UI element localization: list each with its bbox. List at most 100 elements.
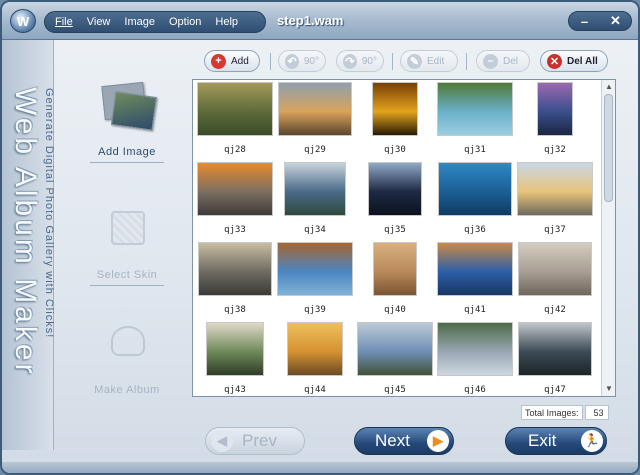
thumbnail-cell[interactable]: qj31 [435,80,515,158]
thumbnail-image [357,322,433,376]
thumbnail-label: qj28 [224,145,246,155]
document-title: step1.wam [277,13,344,28]
thumbnail-cell[interactable]: qj47 [515,320,595,396]
app-vertical-subtitle: Generate Digital Photo Gallery with Clic… [43,88,55,339]
total-images-value: 53 [584,405,609,420]
thumbnail-label: qj35 [384,225,406,235]
thumbnail-image [437,82,513,136]
thumbnail-cell[interactable]: qj42 [515,240,595,318]
thumbnail-cell[interactable]: qj38 [195,240,275,318]
rotate-right-button[interactable]: ↷ 90° [336,50,384,72]
title-bar: W File View Image Option Help step1.wam … [2,2,638,40]
delete-all-button[interactable]: ✕ Del All [540,50,608,72]
thumbnail-cell[interactable]: qj33 [195,160,275,238]
thumbnail-label: qj46 [464,385,486,395]
thumbnail-cell[interactable]: qj44 [275,320,355,396]
rotate-left-button[interactable]: ↶ 90° [278,50,326,72]
menu-image[interactable]: Image [124,16,155,28]
bottom-bar [2,462,638,473]
thumbnail-cell[interactable]: qj46 [435,320,515,396]
scroll-up-icon[interactable]: ▲ [604,82,614,92]
thumbnail-image [277,242,353,296]
delete-all-icon: ✕ [547,53,562,69]
total-images-label: Total Images: [521,405,583,420]
thumbnail-label: qj45 [384,385,406,395]
thumbnail-label: qj44 [304,385,326,395]
add-button[interactable]: + Add [204,50,260,72]
plus-icon: + [211,53,226,69]
step-skin-label: Select Skin [96,269,158,281]
image-gallery[interactable]: qj28 qj29 qj30 qj31 qj32 qj33 qj34 qj35 qj36 qj37… [192,79,616,397]
gallery-scrollbar[interactable]: ▲ ▼ [601,80,615,396]
exit-button[interactable]: Exit 🏃 [505,427,607,455]
thumbnail-cell[interactable]: qj35 [355,160,435,238]
thumbnail-cell[interactable]: qj32 [515,80,595,158]
delete-button-label: Del [503,55,519,67]
thumbnail-image [197,82,273,136]
next-button[interactable]: Next ▶ [354,427,454,455]
next-label: Next [375,431,410,450]
thumbnail-image [517,162,593,216]
thumbnail-label: qj29 [304,145,326,155]
prev-label: Prev [242,431,277,450]
menu-bar: File View Image Option Help [44,11,266,33]
thumbnail-label: qj42 [544,305,566,315]
thumbnail-cell[interactable]: qj28 [195,80,275,158]
thumbnail-cell[interactable]: qj45 [355,320,435,396]
thumbnail-label: qj43 [224,385,246,395]
rotate-left-label: 90° [303,55,319,67]
thumbnail-cell[interactable]: qj43 [195,320,275,396]
menu-view[interactable]: View [87,16,111,28]
scroll-down-icon[interactable]: ▼ [604,384,614,394]
step-select-skin[interactable]: Select Skin [82,205,172,286]
step-make-album[interactable]: Make Album [82,320,172,396]
rotate-left-icon: ↶ [285,53,299,69]
edit-button-label: Edit [427,55,445,67]
add-button-label: Add [231,55,249,67]
thumbnail-cell[interactable]: qj39 [275,240,355,318]
thumbnail-image [368,162,422,216]
thumbnail-image [373,242,417,296]
exit-label: Exit [528,431,557,450]
step-add-label: Add Image [98,146,156,158]
thumbnail-grid: qj28 qj29 qj30 qj31 qj32 qj33 qj34 qj35 qj36 qj37… [193,80,601,396]
rotate-right-icon: ↷ [343,53,357,69]
window-controls: – ✕ [568,11,632,31]
thumbnail-image [284,162,346,216]
step-add-image[interactable]: Add Image [82,81,172,163]
menu-option[interactable]: Option [169,16,201,28]
app-logo-icon[interactable]: W [10,9,36,33]
step-make-label: Make Album [94,384,160,396]
prev-button[interactable]: ◀ Prev [205,427,305,455]
add-image-icon [99,81,158,134]
thumbnail-image [197,162,273,216]
thumbnail-label: qj33 [224,225,246,235]
delete-all-label: Del All [567,55,598,67]
edit-button[interactable]: ✎ Edit [400,50,458,72]
chevron-right-icon: ▶ [427,430,449,452]
thumbnail-image [518,322,592,376]
app-window: W File View Image Option Help step1.wam … [0,0,640,475]
thumbnail-cell[interactable]: qj29 [275,80,355,158]
thumbnail-image [372,82,418,136]
delete-button[interactable]: – Del [476,50,530,72]
thumbnail-image [278,82,352,136]
skin-icon [99,205,155,257]
close-button[interactable]: ✕ [606,13,626,29]
scroll-thumb[interactable] [604,94,613,202]
app-vertical-title: Web Album Maker [9,87,42,377]
menu-help[interactable]: Help [215,16,238,28]
delete-icon: – [483,53,498,69]
thumbnail-image [537,82,573,136]
running-man-icon: 🏃 [581,430,603,452]
thumbnail-cell[interactable]: qj41 [435,240,515,318]
thumbnail-cell[interactable]: qj37 [515,160,595,238]
rotate-right-label: 90° [361,55,377,67]
thumbnail-cell[interactable]: qj40 [355,240,435,318]
thumbnail-cell[interactable]: qj34 [275,160,355,238]
thumbnail-label: qj40 [384,305,406,315]
thumbnail-cell[interactable]: qj36 [435,160,515,238]
thumbnail-cell[interactable]: qj30 [355,80,435,158]
minimize-button[interactable]: – [575,14,595,29]
menu-file[interactable]: File [55,16,73,28]
